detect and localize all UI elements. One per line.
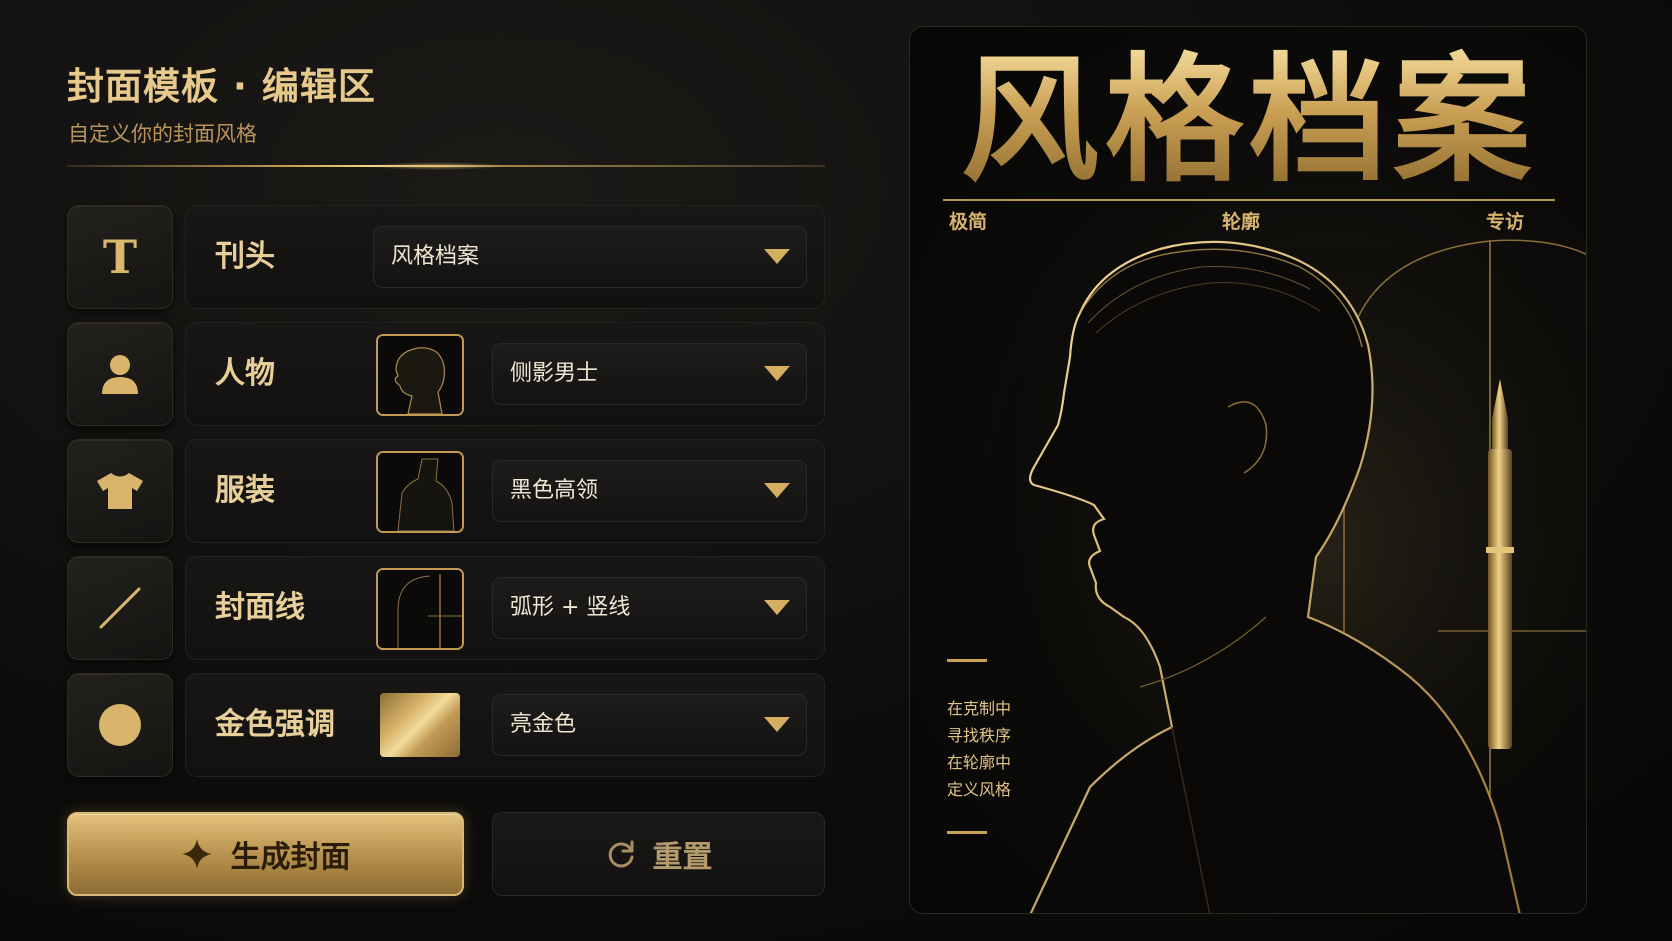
- row-gold-accent: 金色强调 亮金色: [67, 673, 825, 777]
- cover-masthead: 风格档案: [934, 45, 1564, 195]
- tshirt-icon: [67, 439, 173, 543]
- row-label-clothing: 服装: [215, 473, 275, 508]
- row-person: 人物 侧影男士: [67, 322, 825, 426]
- line-icon: [67, 556, 173, 660]
- reset-label: 重置: [652, 840, 713, 875]
- person-select[interactable]: 侧影男士: [492, 343, 807, 405]
- row-clothing: 服装 黑色高领: [67, 439, 825, 543]
- text-T-icon: T: [67, 205, 173, 309]
- gold-color-swatch[interactable]: [380, 693, 460, 757]
- clothing-select-value: 黑色高领: [510, 478, 599, 503]
- clothing-thumbnail[interactable]: [376, 451, 464, 533]
- editor-title: 封面模板 · 编辑区: [67, 65, 376, 108]
- gold-accent-select-value: 亮金色: [510, 712, 577, 737]
- row-label-person: 人物: [215, 356, 275, 391]
- row-label-gold-accent: 金色强调: [215, 707, 335, 742]
- circle-icon: [67, 673, 173, 777]
- clothing-select[interactable]: 黑色高领: [492, 460, 807, 522]
- generate-cover-label: 生成封面: [230, 840, 351, 875]
- tagline-line: 定义风格: [947, 780, 1012, 799]
- chevron-down-icon: [764, 600, 790, 615]
- reset-button[interactable]: 重置: [492, 812, 825, 896]
- tagline-line: 在轮廓中: [947, 753, 1012, 772]
- row-label-cover-lines: 封面线: [215, 590, 305, 625]
- tagline-rule-top: [947, 659, 987, 662]
- cover-tag-2: 轮廓: [1222, 211, 1261, 233]
- title-divider: [67, 162, 825, 170]
- generate-cover-button[interactable]: 生成封面: [67, 812, 464, 896]
- cover-tag-3: 专访: [1486, 211, 1525, 233]
- chevron-down-icon: [764, 717, 790, 732]
- masthead-rule: [943, 199, 1555, 201]
- gold-accent-select[interactable]: 亮金色: [492, 694, 807, 756]
- refresh-icon: [608, 840, 633, 868]
- cover-preview: 风格档案 极简 轮廓 专访 在克制中 寻找秩序 在轮廓中 定义风格: [909, 26, 1587, 914]
- chevron-down-icon: [764, 249, 790, 264]
- chevron-down-icon: [764, 366, 790, 381]
- chevron-down-icon: [764, 483, 790, 498]
- tagline-rule-bottom: [947, 831, 987, 834]
- cover-lines-thumbnail[interactable]: [376, 568, 464, 650]
- editor-subtitle: 自定义你的封面风格: [68, 122, 257, 146]
- row-label-masthead: 刊头: [215, 239, 275, 274]
- cover-lines-select[interactable]: 弧形 + 竖线: [492, 577, 807, 639]
- person-thumbnail[interactable]: [376, 334, 464, 416]
- person-icon: [67, 322, 173, 426]
- cover-tagline: 在克制中 寻找秩序 在轮廓中 定义风格: [947, 695, 1011, 803]
- row-masthead: T 刊头 风格档案: [67, 205, 825, 309]
- tagline-line: 在克制中: [947, 699, 1012, 718]
- masthead-select[interactable]: 风格档案: [373, 226, 807, 288]
- person-select-value: 侧影男士: [510, 361, 599, 386]
- cover-tag-1: 极简: [949, 211, 988, 233]
- masthead-select-value: 风格档案: [391, 244, 480, 269]
- sparkle-icon: [181, 839, 212, 869]
- row-cover-lines: 封面线 弧形 + 竖线: [67, 556, 825, 660]
- tagline-line: 寻找秩序: [947, 726, 1012, 745]
- cover-lines-select-value: 弧形 + 竖线: [510, 595, 631, 620]
